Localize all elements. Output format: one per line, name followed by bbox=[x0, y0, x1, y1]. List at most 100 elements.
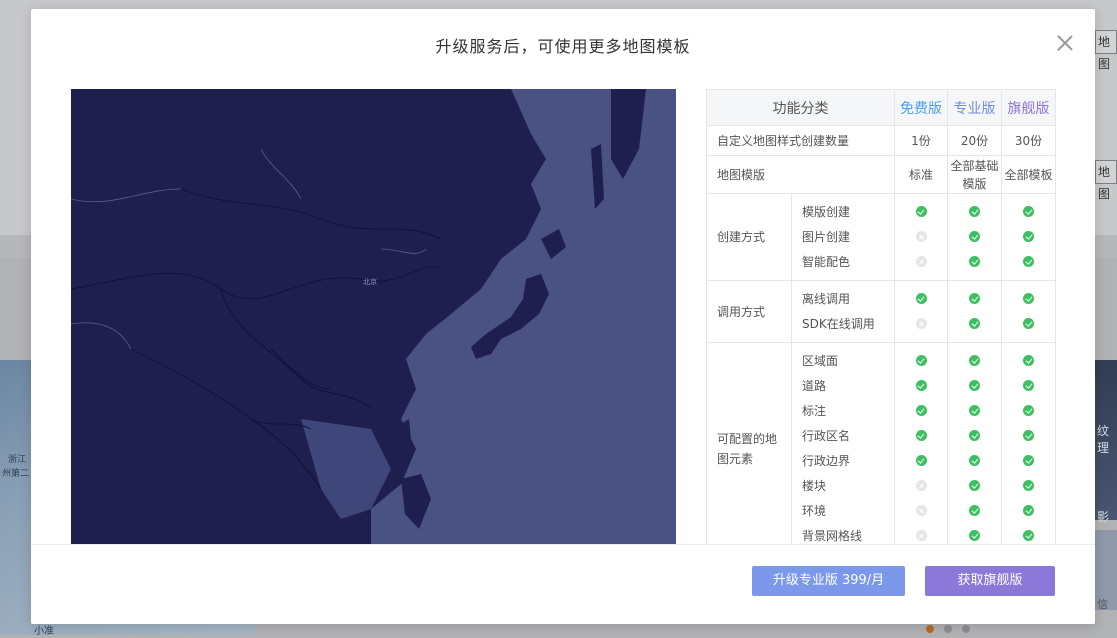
feature-cell-pro bbox=[948, 523, 1001, 545]
feature-cell-pro bbox=[948, 224, 1001, 249]
feature-cell-free bbox=[895, 311, 947, 336]
feature-cell-flagship bbox=[1002, 249, 1055, 274]
feature-cell-pro bbox=[948, 311, 1001, 336]
feature-cell-flagship bbox=[1002, 498, 1055, 523]
feature-cell-flagship bbox=[1002, 448, 1055, 473]
feature-cell-pro bbox=[948, 286, 1001, 311]
feature-name: SDK在线调用 bbox=[802, 317, 875, 331]
check-icon bbox=[915, 430, 927, 441]
feature-name: 环境 bbox=[802, 504, 827, 518]
background-text: 浙江 bbox=[8, 455, 27, 465]
feature-cell-pro bbox=[948, 448, 1001, 473]
feature-cell-free bbox=[895, 286, 947, 311]
feature-cell-flagship bbox=[1002, 473, 1055, 498]
cell-pro: 全部基础模版 bbox=[947, 155, 1002, 194]
upgrade-modal: 升级服务后，可使用更多地图模板 北京 功能分类 免费版 专业版 旗舰版 自定义地… bbox=[31, 9, 1095, 624]
feature-name: 背景网格线 bbox=[802, 529, 863, 543]
check-icon bbox=[969, 505, 980, 516]
feature-cell-flagship bbox=[1002, 398, 1055, 423]
check-icon bbox=[915, 293, 927, 304]
row-label: 自定义地图样式创建数量 bbox=[706, 125, 895, 156]
feature-cell-pro bbox=[948, 348, 1001, 373]
header-pro: 专业版 bbox=[947, 89, 1002, 126]
carousel-dot bbox=[962, 625, 970, 633]
check-icon bbox=[915, 455, 927, 466]
table-row: 创建方式 模版创建 图片创建 智能配色 bbox=[706, 193, 1056, 281]
check-icon bbox=[969, 206, 980, 217]
feature-cell-free bbox=[895, 498, 947, 523]
feature-cell-free bbox=[895, 423, 947, 448]
get-flagship-button[interactable]: 获取旗舰版 bbox=[925, 566, 1055, 596]
check-icon bbox=[1023, 505, 1034, 516]
check-icon bbox=[1023, 455, 1034, 466]
header-category: 功能分类 bbox=[706, 89, 895, 126]
group-title: 创建方式 bbox=[706, 193, 792, 281]
header-flagship: 旗舰版 bbox=[1001, 89, 1056, 126]
carousel-dots bbox=[926, 625, 970, 633]
check-icon bbox=[969, 231, 980, 242]
table-row: 可配置的地图元素 区域面 道路 标注 行政区名 行政边界 楼块 环境 背景网格线 bbox=[706, 342, 1056, 545]
feature-cell-free bbox=[895, 448, 947, 473]
check-icon bbox=[1023, 380, 1034, 391]
feature-name: 智能配色 bbox=[802, 255, 851, 269]
check-icon bbox=[969, 318, 980, 329]
feature-cell-free bbox=[895, 373, 947, 398]
feature-cell-free bbox=[895, 398, 947, 423]
feature-cell-pro bbox=[948, 473, 1001, 498]
header-free: 免费版 bbox=[894, 89, 948, 126]
feature-name: 标注 bbox=[802, 404, 827, 418]
row-label: 地图模版 bbox=[706, 155, 895, 194]
feature-name: 行政区名 bbox=[802, 429, 851, 443]
feature-cell-pro bbox=[948, 249, 1001, 274]
check-icon bbox=[1023, 256, 1034, 267]
feature-cell-free bbox=[895, 473, 947, 498]
feature-cell-flagship bbox=[1002, 311, 1055, 336]
unavailable-icon bbox=[915, 231, 927, 242]
feature-name: 道路 bbox=[802, 379, 827, 393]
check-icon bbox=[915, 206, 927, 217]
feature-cell-pro bbox=[948, 373, 1001, 398]
check-icon bbox=[969, 405, 980, 416]
check-icon bbox=[1023, 530, 1034, 541]
unavailable-icon bbox=[915, 480, 927, 491]
cell-pro: 20份 bbox=[947, 125, 1002, 156]
check-icon bbox=[915, 380, 927, 391]
feature-cell-pro bbox=[948, 498, 1001, 523]
feature-cell-pro bbox=[948, 398, 1001, 423]
background-text: 纹理 bbox=[1097, 424, 1110, 455]
feature-cell-free bbox=[895, 348, 947, 373]
background-text: 信 bbox=[1097, 598, 1108, 611]
feature-cell-pro bbox=[948, 199, 1001, 224]
map-illustration: 北京 bbox=[71, 89, 676, 545]
close-icon[interactable] bbox=[1055, 33, 1075, 53]
feature-cell-free bbox=[895, 249, 947, 274]
unavailable-icon bbox=[915, 530, 927, 541]
feature-name: 图片创建 bbox=[802, 230, 851, 244]
background-text: 影 bbox=[1097, 510, 1110, 524]
unavailable-icon bbox=[915, 256, 927, 267]
feature-cell-pro bbox=[948, 423, 1001, 448]
check-icon bbox=[969, 293, 980, 304]
feature-cell-free bbox=[895, 199, 947, 224]
feature-name: 行政边界 bbox=[802, 454, 851, 468]
feature-cell-flagship bbox=[1002, 348, 1055, 373]
check-icon bbox=[1023, 405, 1034, 416]
modal-title: 升级服务后，可使用更多地图模板 bbox=[435, 37, 691, 56]
check-icon bbox=[1023, 355, 1034, 366]
feature-cell-flagship bbox=[1002, 199, 1055, 224]
table-row: 地图模版 标准 全部基础模版 全部模板 bbox=[706, 155, 1056, 194]
feature-name: 离线调用 bbox=[802, 292, 851, 306]
table-row: 自定义地图样式创建数量 1份 20份 30份 bbox=[706, 125, 1056, 156]
check-icon bbox=[969, 355, 980, 366]
check-icon bbox=[969, 530, 980, 541]
feature-cell-flagship bbox=[1002, 373, 1055, 398]
feature-cell-flagship bbox=[1002, 423, 1055, 448]
upgrade-pro-button[interactable]: 升级专业版 399/月 bbox=[752, 566, 905, 596]
group-title: 可配置的地图元素 bbox=[706, 342, 792, 545]
check-icon bbox=[1023, 206, 1034, 217]
feature-comparison-table: 功能分类 免费版 专业版 旗舰版 自定义地图样式创建数量 1份 20份 30份 … bbox=[706, 89, 1056, 545]
check-icon bbox=[915, 355, 927, 366]
check-icon bbox=[1023, 318, 1034, 329]
feature-name: 区域面 bbox=[802, 354, 839, 368]
check-icon bbox=[1023, 480, 1034, 491]
